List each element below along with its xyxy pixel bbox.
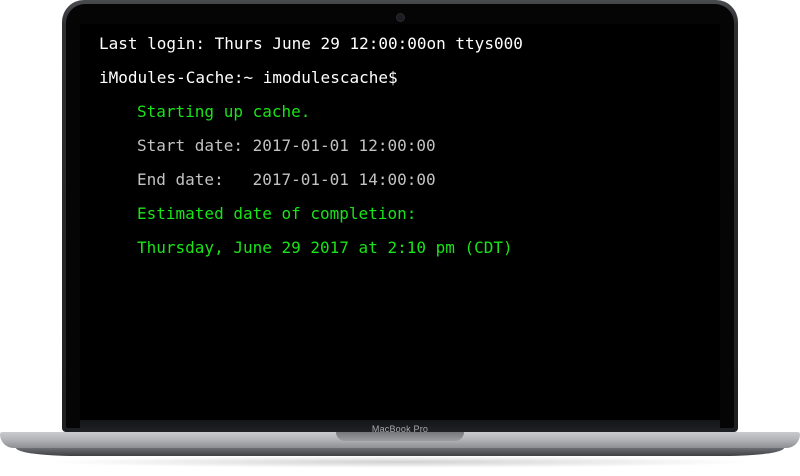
lid-opening-notch [336,432,464,441]
output-line-end-date: End date: 2017-01-01 14:00:00 [137,170,436,189]
laptop-base-edge [16,448,784,456]
output-line-status: Starting up cache. [137,102,311,121]
output-line-estimate-value: Thursday, June 29 2017 at 2:10 pm (CDT) [137,238,513,257]
laptop-shadow [40,456,760,468]
camera-icon [396,13,405,22]
terminal-window[interactable]: Last login: Thurs June 29 12:00:00on tty… [80,24,720,422]
output-line-estimate-label: Estimated date of completion: [137,204,417,223]
shell-prompt: iModules-Cache:~ imodulescache$ [99,68,398,87]
output-line-start-date: Start date: 2017-01-01 12:00:00 [137,136,436,155]
last-login-line: Last login: Thurs June 29 12:00:00on tty… [99,34,523,53]
